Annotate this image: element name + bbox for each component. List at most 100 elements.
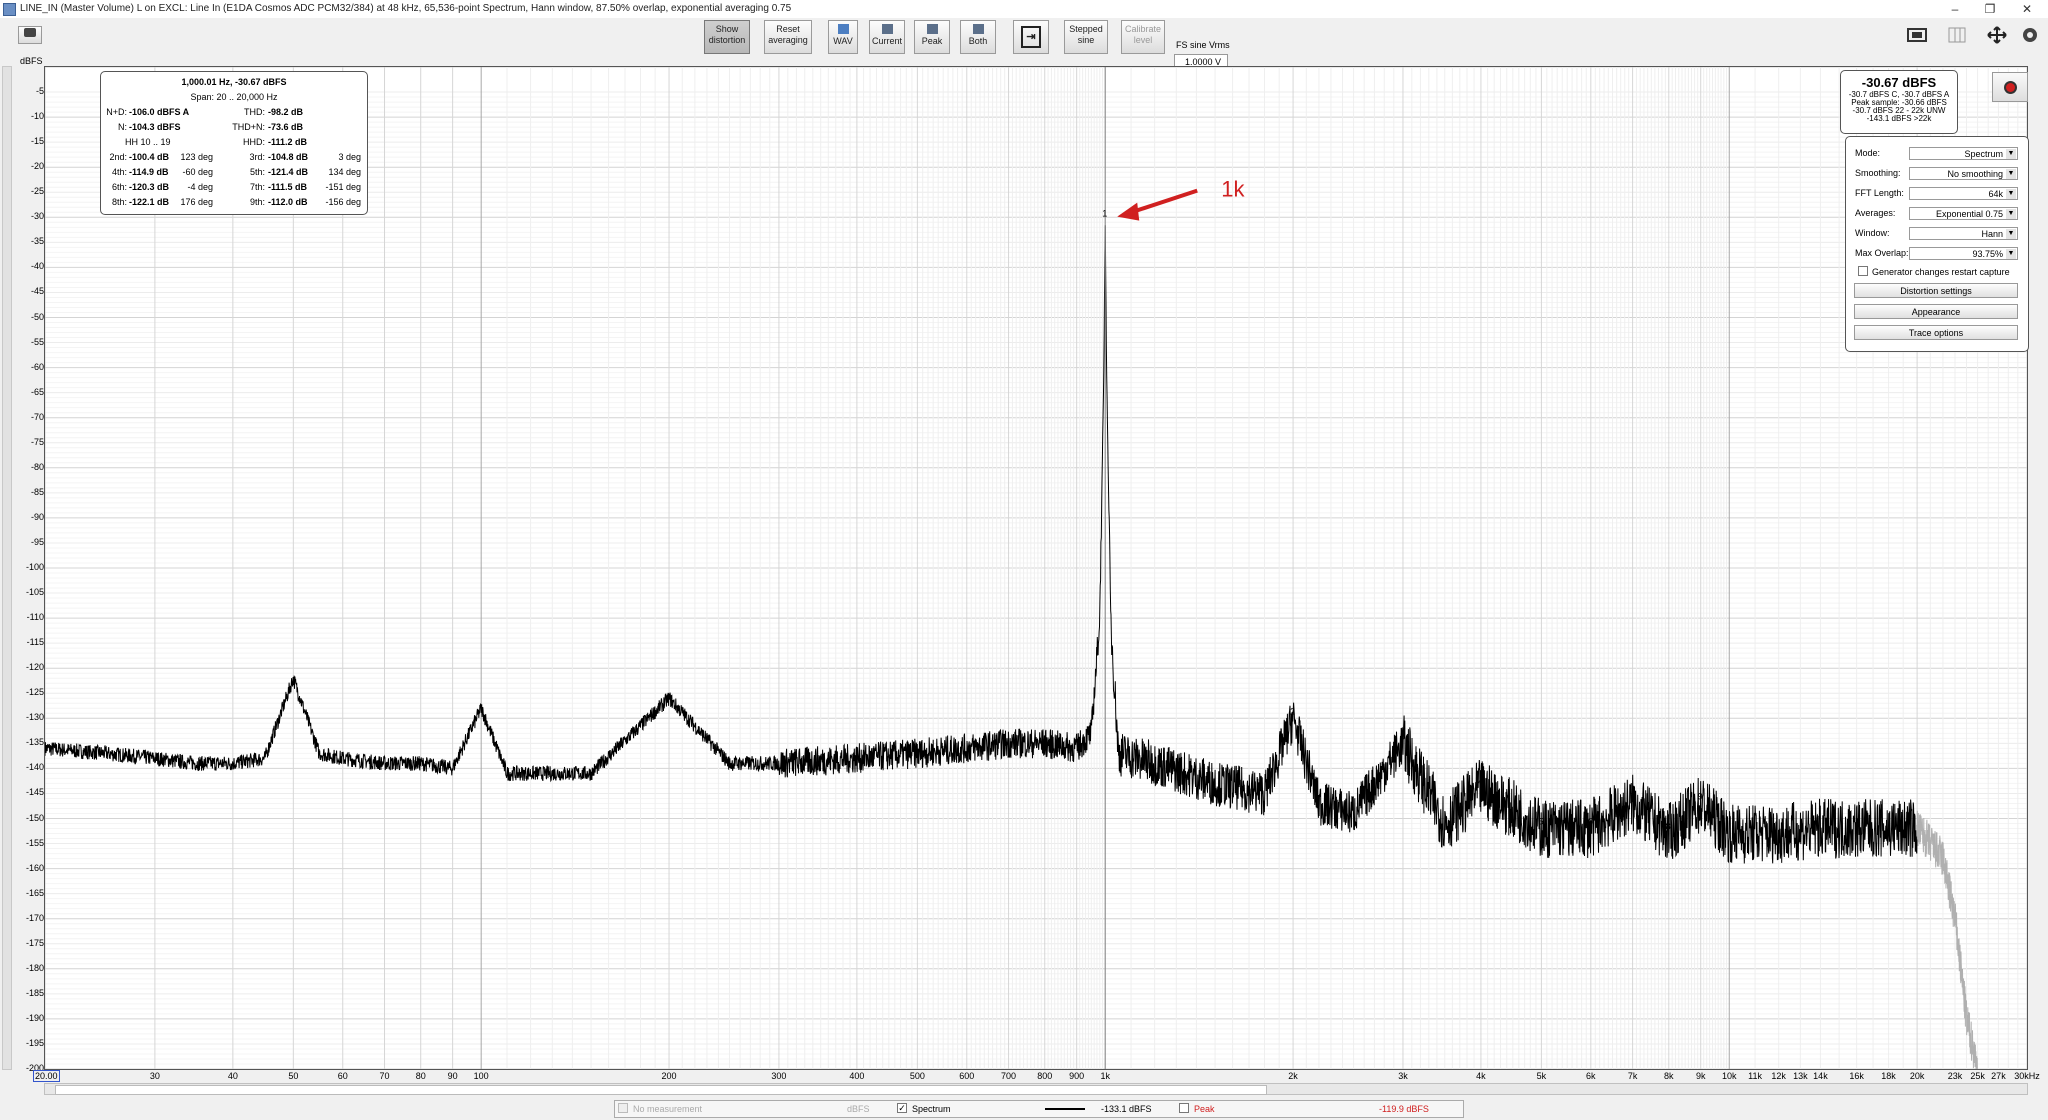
distortion-header-2: Span: 20 .. 20,000 Hz: [190, 92, 278, 102]
stepped-sine-button[interactable]: Stepped sine: [1064, 20, 1108, 54]
x-tick-label: 4k: [1476, 1071, 1486, 1081]
generator-restart-label: Generator changes restart capture: [1872, 267, 2010, 277]
x-tick-label: 400: [849, 1071, 865, 1081]
harmonic-label: 4th:: [111, 167, 127, 177]
control-label: Max Overlap:: [1855, 248, 1909, 258]
wav-button[interactable]: WAV: [828, 20, 858, 54]
harmonic-marker: 3: [1400, 731, 1405, 741]
layout-icon-svg: [1907, 28, 1927, 42]
control-dropdown[interactable]: 93.75% ▼: [1909, 247, 2018, 260]
scrollbar-thumb[interactable]: [55, 1085, 1267, 1095]
fit-icon[interactable]: [1986, 26, 2008, 44]
n-label: N:: [118, 122, 127, 132]
spectrum-plot[interactable]: 1 2 3 4 5 6 7 8 9 1k: [44, 66, 2028, 1070]
harmonic-label: 2nd:: [109, 152, 127, 162]
control-dropdown[interactable]: 64k ▼: [1909, 187, 2018, 200]
chevron-down-icon: ▼: [2006, 169, 2016, 179]
vertical-scrollbar[interactable]: [2, 66, 12, 1070]
x-tick-label: 600: [959, 1071, 975, 1081]
control-label: Smoothing:: [1855, 168, 1901, 178]
x-tick-label: 1k: [1100, 1071, 1110, 1081]
control-dropdown[interactable]: Spectrum ▼: [1909, 147, 2018, 160]
harmonic-value: -111.5 dB: [268, 182, 308, 192]
y-tick-label: -135: [25, 737, 44, 748]
control-dropdown[interactable]: Hann ▼: [1909, 227, 2018, 240]
both-button[interactable]: Both: [960, 20, 996, 54]
save-disk-icon: [881, 24, 893, 34]
n-value: -104.3 dBFS: [129, 122, 181, 132]
control-value: Spectrum: [1964, 149, 2003, 159]
appearance-button[interactable]: Appearance: [1854, 304, 2018, 319]
legend-bar: No measurement dBFS ✓ Spectrum -133.1 dB…: [614, 1100, 1464, 1118]
peak-label: Peak: [921, 36, 943, 46]
harmonic-phase: -156 deg: [325, 197, 361, 207]
nd-value: -106.0 dBFS A: [129, 107, 190, 117]
no-measurement-checkbox[interactable]: [618, 1103, 628, 1113]
calibrate-level-label-1: Calibrate: [1124, 24, 1162, 34]
record-button[interactable]: [1992, 72, 2028, 102]
x-tick-label: 30: [149, 1071, 160, 1081]
control-label: Window:: [1855, 228, 1890, 238]
thd-label: THD:: [244, 107, 265, 117]
control-dropdown[interactable]: Exponential 0.75 ▼: [1909, 207, 2018, 220]
show-distortion-label-1: Show: [715, 24, 739, 34]
hhd-label: HHD:: [243, 137, 265, 147]
x-tick-label: 700: [1001, 1071, 1017, 1081]
annotation-arrowhead: [1117, 202, 1140, 221]
x-tick-label: 12k: [1771, 1071, 1786, 1081]
harmonic-phase: 134 deg: [328, 167, 361, 177]
x-tick-label: 50: [288, 1071, 299, 1081]
level-line-4: -143.1 dBFS >22k: [1866, 114, 1932, 123]
y-tick-label: -150: [25, 812, 44, 823]
y-axis-unit: dBFS: [20, 56, 43, 66]
distortion-settings-button[interactable]: Distortion settings: [1854, 283, 2018, 298]
horizontal-scrollbar[interactable]: [44, 1083, 2028, 1095]
gear-icon-svg: [2023, 28, 2037, 42]
gear-icon[interactable]: [2020, 26, 2042, 44]
peak-button[interactable]: Peak: [914, 20, 950, 54]
harmonic-value: -100.4 dB: [129, 152, 170, 162]
calibrate-level-button[interactable]: Calibrate level: [1121, 20, 1165, 54]
harmonic-phase: -4 deg: [187, 182, 213, 192]
harmonic-label: 3rd:: [249, 152, 265, 162]
level-readout: -30.67 dBFS -30.7 dBFS C, -30.7 dBFS A P…: [1840, 70, 1958, 134]
chevron-down-icon: ▼: [2006, 229, 2016, 239]
generator-restart-checkbox[interactable]: [1858, 266, 1868, 276]
reset-averaging-label-1: Reset: [776, 24, 800, 34]
x-axis-start-field[interactable]: 20.00: [33, 1070, 60, 1082]
harmonic-label: 5th:: [249, 167, 265, 177]
current-button[interactable]: Current: [869, 20, 905, 54]
thd-value: -98.2 dB: [268, 107, 304, 117]
harmonic-value: -121.4 dB: [268, 167, 309, 177]
y-tick-label: -30: [30, 211, 44, 222]
x-tick-label: 6k: [1586, 1071, 1596, 1081]
y-tick-label: -115: [26, 637, 44, 648]
wav-icon: [837, 24, 849, 34]
spectrum-checkbox[interactable]: ✓: [897, 1103, 907, 1113]
y-tick-label: -80: [30, 461, 44, 472]
control-dropdown[interactable]: No smoothing ▼: [1909, 167, 2018, 180]
both-label: Both: [968, 36, 988, 46]
screenshot-button[interactable]: [18, 26, 42, 44]
y-tick-label: -10: [30, 111, 44, 122]
export-icon: ⇥: [1021, 26, 1041, 48]
columns-icon[interactable]: [1946, 26, 1968, 44]
restore-icon[interactable]: ❐: [1975, 1, 2005, 17]
reset-averaging-button[interactable]: Reset averaging: [764, 20, 812, 54]
close-icon[interactable]: ✕: [2012, 1, 2042, 17]
y-tick-label: -60: [30, 361, 44, 372]
peak-checkbox[interactable]: [1179, 1103, 1189, 1113]
annotation-label: 1k: [1221, 177, 1245, 202]
minimize-icon[interactable]: –: [1940, 1, 1970, 17]
y-tick-label: -95: [30, 536, 44, 547]
trace-options-button[interactable]: Trace options: [1854, 325, 2018, 340]
x-tick-label: 90: [447, 1071, 458, 1081]
show-distortion-button[interactable]: Show distortion: [704, 20, 750, 54]
layout-icon[interactable]: [1906, 26, 1928, 44]
x-tick-label: 13k: [1793, 1071, 1808, 1081]
y-tick-label: -140: [25, 762, 44, 773]
control-value: Exponential 0.75: [1935, 209, 2003, 219]
control-label: Mode:: [1855, 148, 1881, 158]
chevron-down-icon: ▼: [2006, 209, 2016, 219]
export-button[interactable]: ⇥: [1013, 20, 1049, 54]
